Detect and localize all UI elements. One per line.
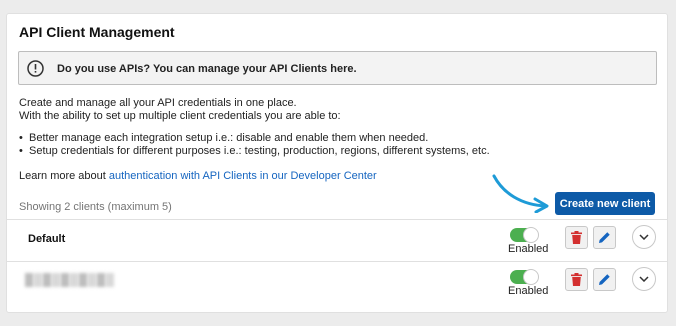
status-label: Enabled — [508, 243, 549, 255]
developer-center-link[interactable]: authentication with API Clients in our D… — [109, 170, 377, 182]
feature-list: Better manage each integration setup i.e… — [19, 132, 490, 158]
client-name: Default — [28, 233, 66, 245]
curved-arrow-icon — [492, 174, 549, 213]
exclamation-circle-icon — [27, 60, 44, 77]
clients-count: Showing 2 clients (maximum 5) — [19, 201, 172, 213]
create-new-client-button[interactable]: Create new client — [555, 192, 655, 215]
list-item: Setup credentials for different purposes… — [19, 145, 490, 158]
intro-line-1: Create and manage all your API credentia… — [19, 97, 297, 109]
toggle-knob — [523, 269, 539, 285]
api-client-card: API Client Management Do you use APIs? Y… — [6, 13, 668, 313]
info-notice: Do you use APIs? You can manage your API… — [18, 51, 657, 85]
page-title: API Client Management — [19, 24, 175, 40]
list-item: Better manage each integration setup i.e… — [19, 132, 490, 145]
toggle-knob — [523, 227, 539, 243]
notice-text: Do you use APIs? You can manage your API… — [57, 63, 357, 75]
client-row: Default Enabled — [7, 219, 667, 261]
edit-button[interactable] — [593, 268, 616, 291]
client-row: Enabled — [7, 261, 667, 303]
learn-more: Learn more about authentication with API… — [19, 170, 377, 182]
delete-button[interactable] — [565, 268, 588, 291]
pencil-icon — [599, 274, 610, 285]
chevron-down-icon — [639, 276, 649, 282]
delete-button[interactable] — [565, 226, 588, 249]
learn-more-prefix: Learn more about — [19, 170, 109, 182]
pencil-icon — [599, 232, 610, 243]
status-label: Enabled — [508, 285, 549, 297]
expand-button[interactable] — [632, 225, 656, 249]
enabled-toggle[interactable] — [510, 269, 539, 285]
edit-button[interactable] — [593, 226, 616, 249]
enabled-toggle[interactable] — [510, 227, 539, 243]
intro-line-2: With the ability to set up multiple clie… — [19, 110, 341, 122]
chevron-down-icon — [639, 234, 649, 240]
trash-icon — [571, 231, 582, 244]
blurred-client-name — [25, 273, 121, 289]
trash-icon — [571, 273, 582, 286]
intro-text: Create and manage all your API credentia… — [19, 97, 341, 123]
expand-button[interactable] — [632, 267, 656, 291]
